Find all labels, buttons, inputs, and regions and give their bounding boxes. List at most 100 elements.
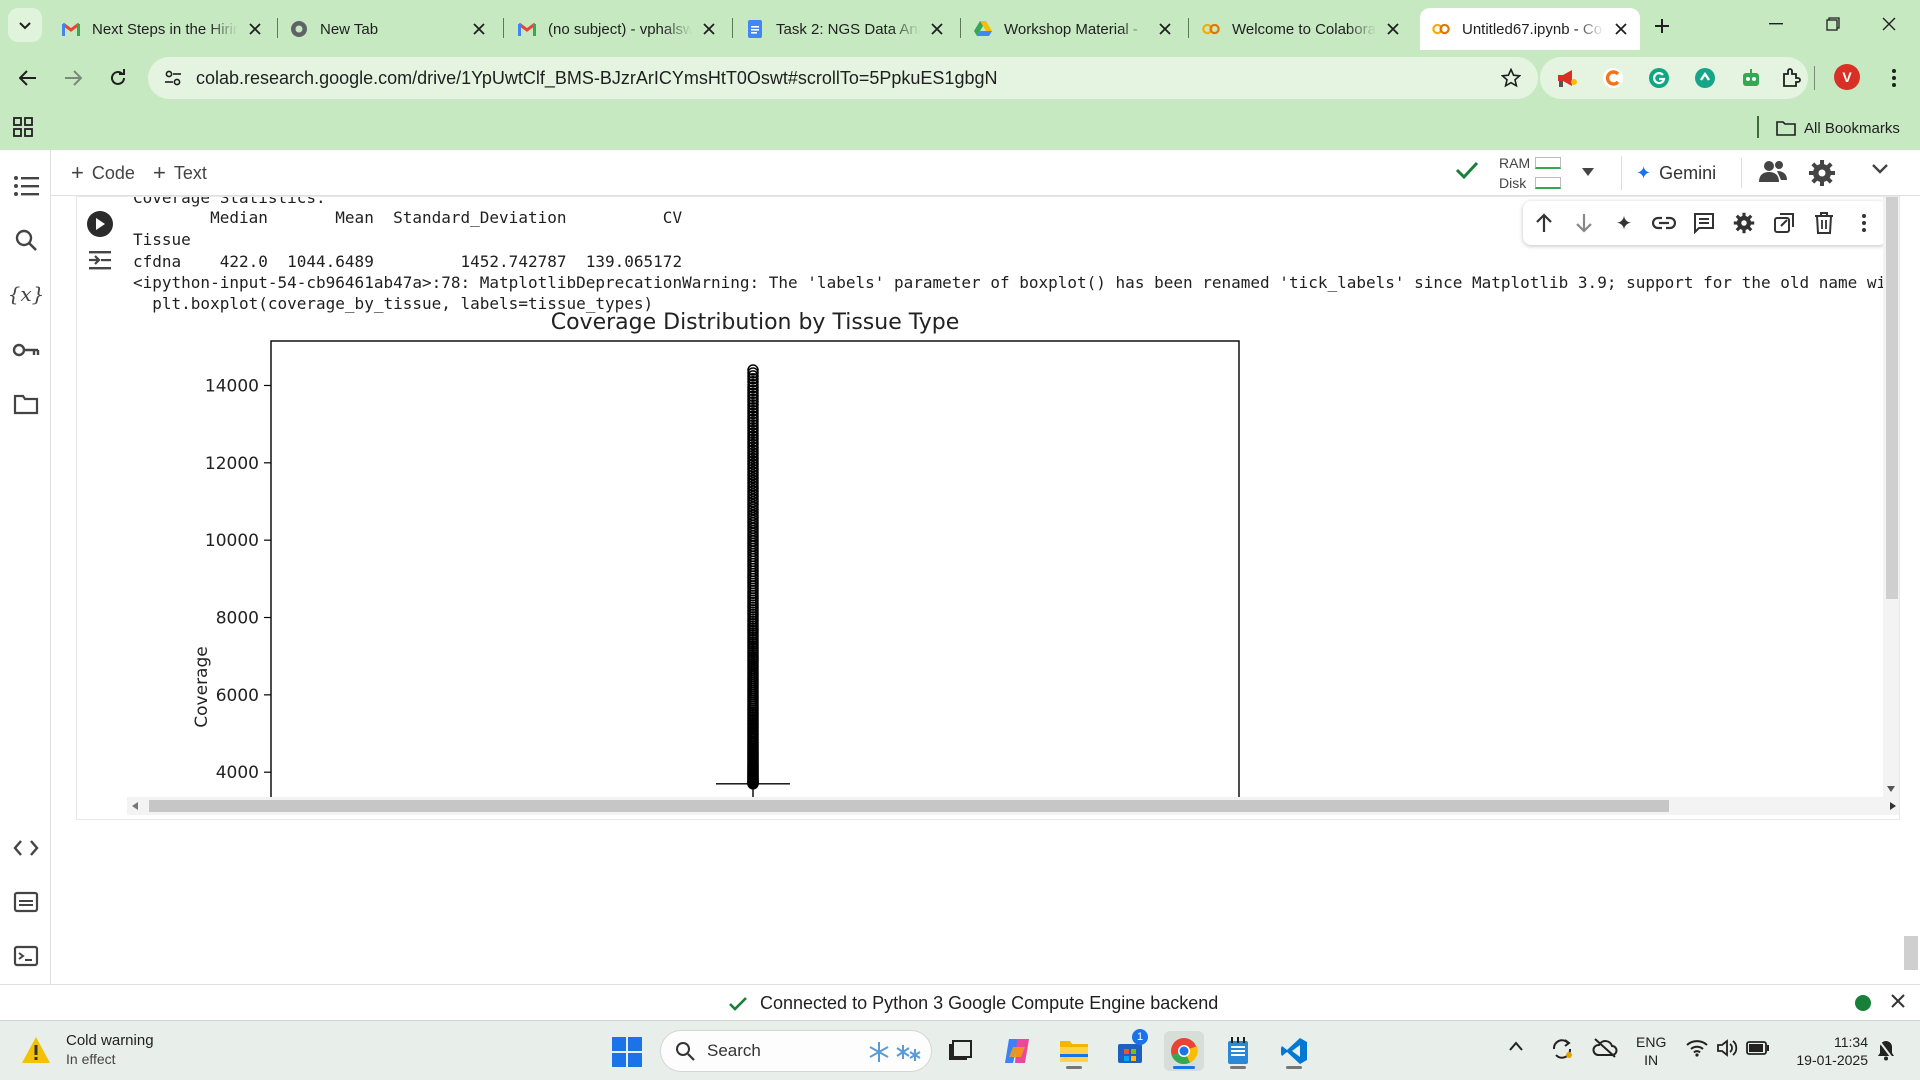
run-cell-button[interactable] — [87, 211, 113, 237]
onedrive-offline-icon[interactable] — [1592, 1037, 1618, 1064]
megaphone-extension-icon[interactable] — [1552, 63, 1582, 93]
chevron-up-icon[interactable] — [1508, 1039, 1524, 1057]
close-icon[interactable] — [246, 20, 264, 38]
scrollbar-thumb[interactable] — [1886, 197, 1898, 599]
volume-icon[interactable] — [1716, 1039, 1740, 1062]
add-code-cell-button[interactable]: + Code — [71, 158, 135, 188]
add-text-cell-button[interactable]: + Text — [153, 158, 207, 188]
system-clock[interactable]: 11:34 19-01-2025 — [1784, 1033, 1868, 1069]
close-icon[interactable] — [928, 20, 946, 38]
notification-bell-icon[interactable] — [1876, 1039, 1896, 1066]
gemini-button[interactable]: ✦ Gemini — [1621, 156, 1716, 190]
grammarly-icon[interactable] — [1644, 63, 1674, 93]
restore-icon — [1826, 17, 1840, 31]
move-up-icon[interactable] — [1531, 210, 1557, 236]
search-label: Search — [707, 1041, 761, 1060]
close-icon[interactable] — [470, 20, 488, 38]
page-scrollbar-thumb[interactable] — [1904, 936, 1918, 970]
command-palette-icon[interactable] — [12, 888, 40, 916]
chrome-taskbar-icon[interactable] — [1164, 1031, 1204, 1071]
output-actions-icon[interactable] — [87, 249, 113, 276]
collapse-header-button[interactable] — [1871, 162, 1889, 180]
link-icon[interactable] — [1651, 210, 1677, 236]
site-info-button[interactable] — [158, 63, 188, 93]
scroll-right-arrow-icon[interactable] — [1889, 801, 1897, 811]
address-bar[interactable]: colab.research.google.com/drive/1YpUwtCl… — [148, 57, 1538, 99]
puzzle-icon[interactable] — [1776, 63, 1806, 93]
share-people-icon[interactable] — [1758, 158, 1788, 189]
sync-icon[interactable] — [1550, 1037, 1574, 1066]
file-explorer-icon[interactable] — [1054, 1031, 1094, 1071]
resource-monitor[interactable]: RAM Disk — [1499, 153, 1561, 193]
tab-search-button[interactable] — [8, 8, 42, 42]
running-indicator — [1230, 1066, 1246, 1069]
taskbar-search[interactable]: Search — [660, 1030, 932, 1072]
toolbar-divider — [1741, 158, 1742, 188]
delete-trash-icon[interactable] — [1811, 210, 1837, 236]
input-language-indicator[interactable]: ENG IN — [1636, 1033, 1666, 1069]
chrome-menu-button[interactable] — [1878, 62, 1910, 94]
scroll-left-arrow-icon[interactable] — [131, 801, 139, 811]
tab-1[interactable]: New Tab — [278, 8, 498, 50]
all-bookmarks-button[interactable]: All Bookmarks — [1776, 114, 1900, 142]
more-vertical-icon[interactable] — [1851, 210, 1877, 236]
comment-icon[interactable] — [1691, 210, 1717, 236]
close-icon[interactable] — [1384, 20, 1402, 38]
output-horizontal-scrollbar[interactable] — [127, 797, 1899, 815]
tab-5[interactable]: Welcome to Colaboratory — [1190, 8, 1412, 50]
notepad-icon[interactable] — [1218, 1031, 1258, 1071]
extensions-area — [1540, 57, 1808, 99]
weather-widget[interactable]: Cold warning In effect — [20, 1031, 154, 1069]
colab-toolbar: + Code + Text RAM Disk ✦ Gemini — [51, 150, 1920, 196]
robot-extension-icon[interactable] — [1736, 63, 1766, 93]
orange-c-extension-icon[interactable] — [1598, 63, 1628, 93]
copilot-icon[interactable] — [998, 1031, 1038, 1071]
settings-gear-icon[interactable] — [1731, 210, 1757, 236]
clock-date: 19-01-2025 — [1796, 1052, 1868, 1068]
new-tab-button[interactable] — [1648, 12, 1676, 40]
terminal-icon[interactable] — [12, 942, 40, 970]
apps-grid-icon[interactable] — [12, 116, 36, 140]
close-icon[interactable] — [700, 20, 718, 38]
tab-0[interactable]: Next Steps in the Hiring — [50, 8, 274, 50]
search-icon[interactable] — [12, 226, 40, 254]
wifi-icon[interactable] — [1686, 1039, 1708, 1062]
close-icon[interactable] — [1612, 20, 1630, 38]
mirror-cell-icon[interactable] — [1771, 210, 1797, 236]
close-icon[interactable] — [1890, 993, 1906, 1014]
vscode-icon[interactable] — [1274, 1031, 1314, 1071]
output-vertical-scrollbar[interactable] — [1883, 197, 1899, 797]
tab-6-active[interactable]: Untitled67.ipynb - Colab — [1420, 8, 1640, 50]
windows-taskbar: Cold warning In effect Search 1 ENG IN 1… — [0, 1020, 1920, 1080]
tab-3[interactable]: Task 2: NGS Data Analysis — [734, 8, 956, 50]
move-down-icon[interactable] — [1571, 210, 1597, 236]
resources-dropdown-button[interactable] — [1581, 164, 1595, 182]
green-arrow-extension-icon[interactable] — [1690, 63, 1720, 93]
code-snippets-icon[interactable] — [12, 834, 40, 862]
restore-button[interactable] — [1810, 6, 1856, 42]
key-icon[interactable] — [12, 336, 40, 364]
files-folder-icon[interactable] — [12, 390, 40, 418]
sparkle-icon[interactable]: ✦ — [1611, 210, 1637, 236]
tab-2[interactable]: (no subject) - vphalswal — [506, 8, 728, 50]
bookmark-star-button[interactable] — [1496, 63, 1526, 93]
variables-icon[interactable]: {x} — [8, 280, 45, 308]
microsoft-store-icon[interactable]: 1 — [1110, 1029, 1150, 1071]
close-icon[interactable] — [1156, 20, 1174, 38]
tab-4[interactable]: Workshop Material - — [962, 8, 1184, 50]
settings-gear-icon[interactable] — [1808, 159, 1836, 192]
battery-charging-icon[interactable] — [1746, 1040, 1770, 1061]
start-button[interactable] — [612, 1037, 642, 1072]
code-cell[interactable]: Coverage Statistics: Median Mean Standar… — [76, 196, 1900, 820]
table-of-contents-icon[interactable] — [12, 172, 40, 200]
reload-button[interactable] — [100, 60, 136, 96]
task-view-icon[interactable] — [940, 1031, 980, 1071]
minimize-button[interactable] — [1753, 6, 1799, 42]
back-button[interactable] — [10, 60, 46, 96]
scrollbar-thumb[interactable] — [149, 800, 1669, 812]
more-vertical-icon — [1892, 69, 1896, 87]
close-window-button[interactable] — [1866, 6, 1912, 42]
forward-button[interactable] — [55, 60, 91, 96]
scroll-down-arrow-icon[interactable] — [1886, 785, 1896, 793]
profile-avatar[interactable]: V — [1834, 64, 1860, 90]
